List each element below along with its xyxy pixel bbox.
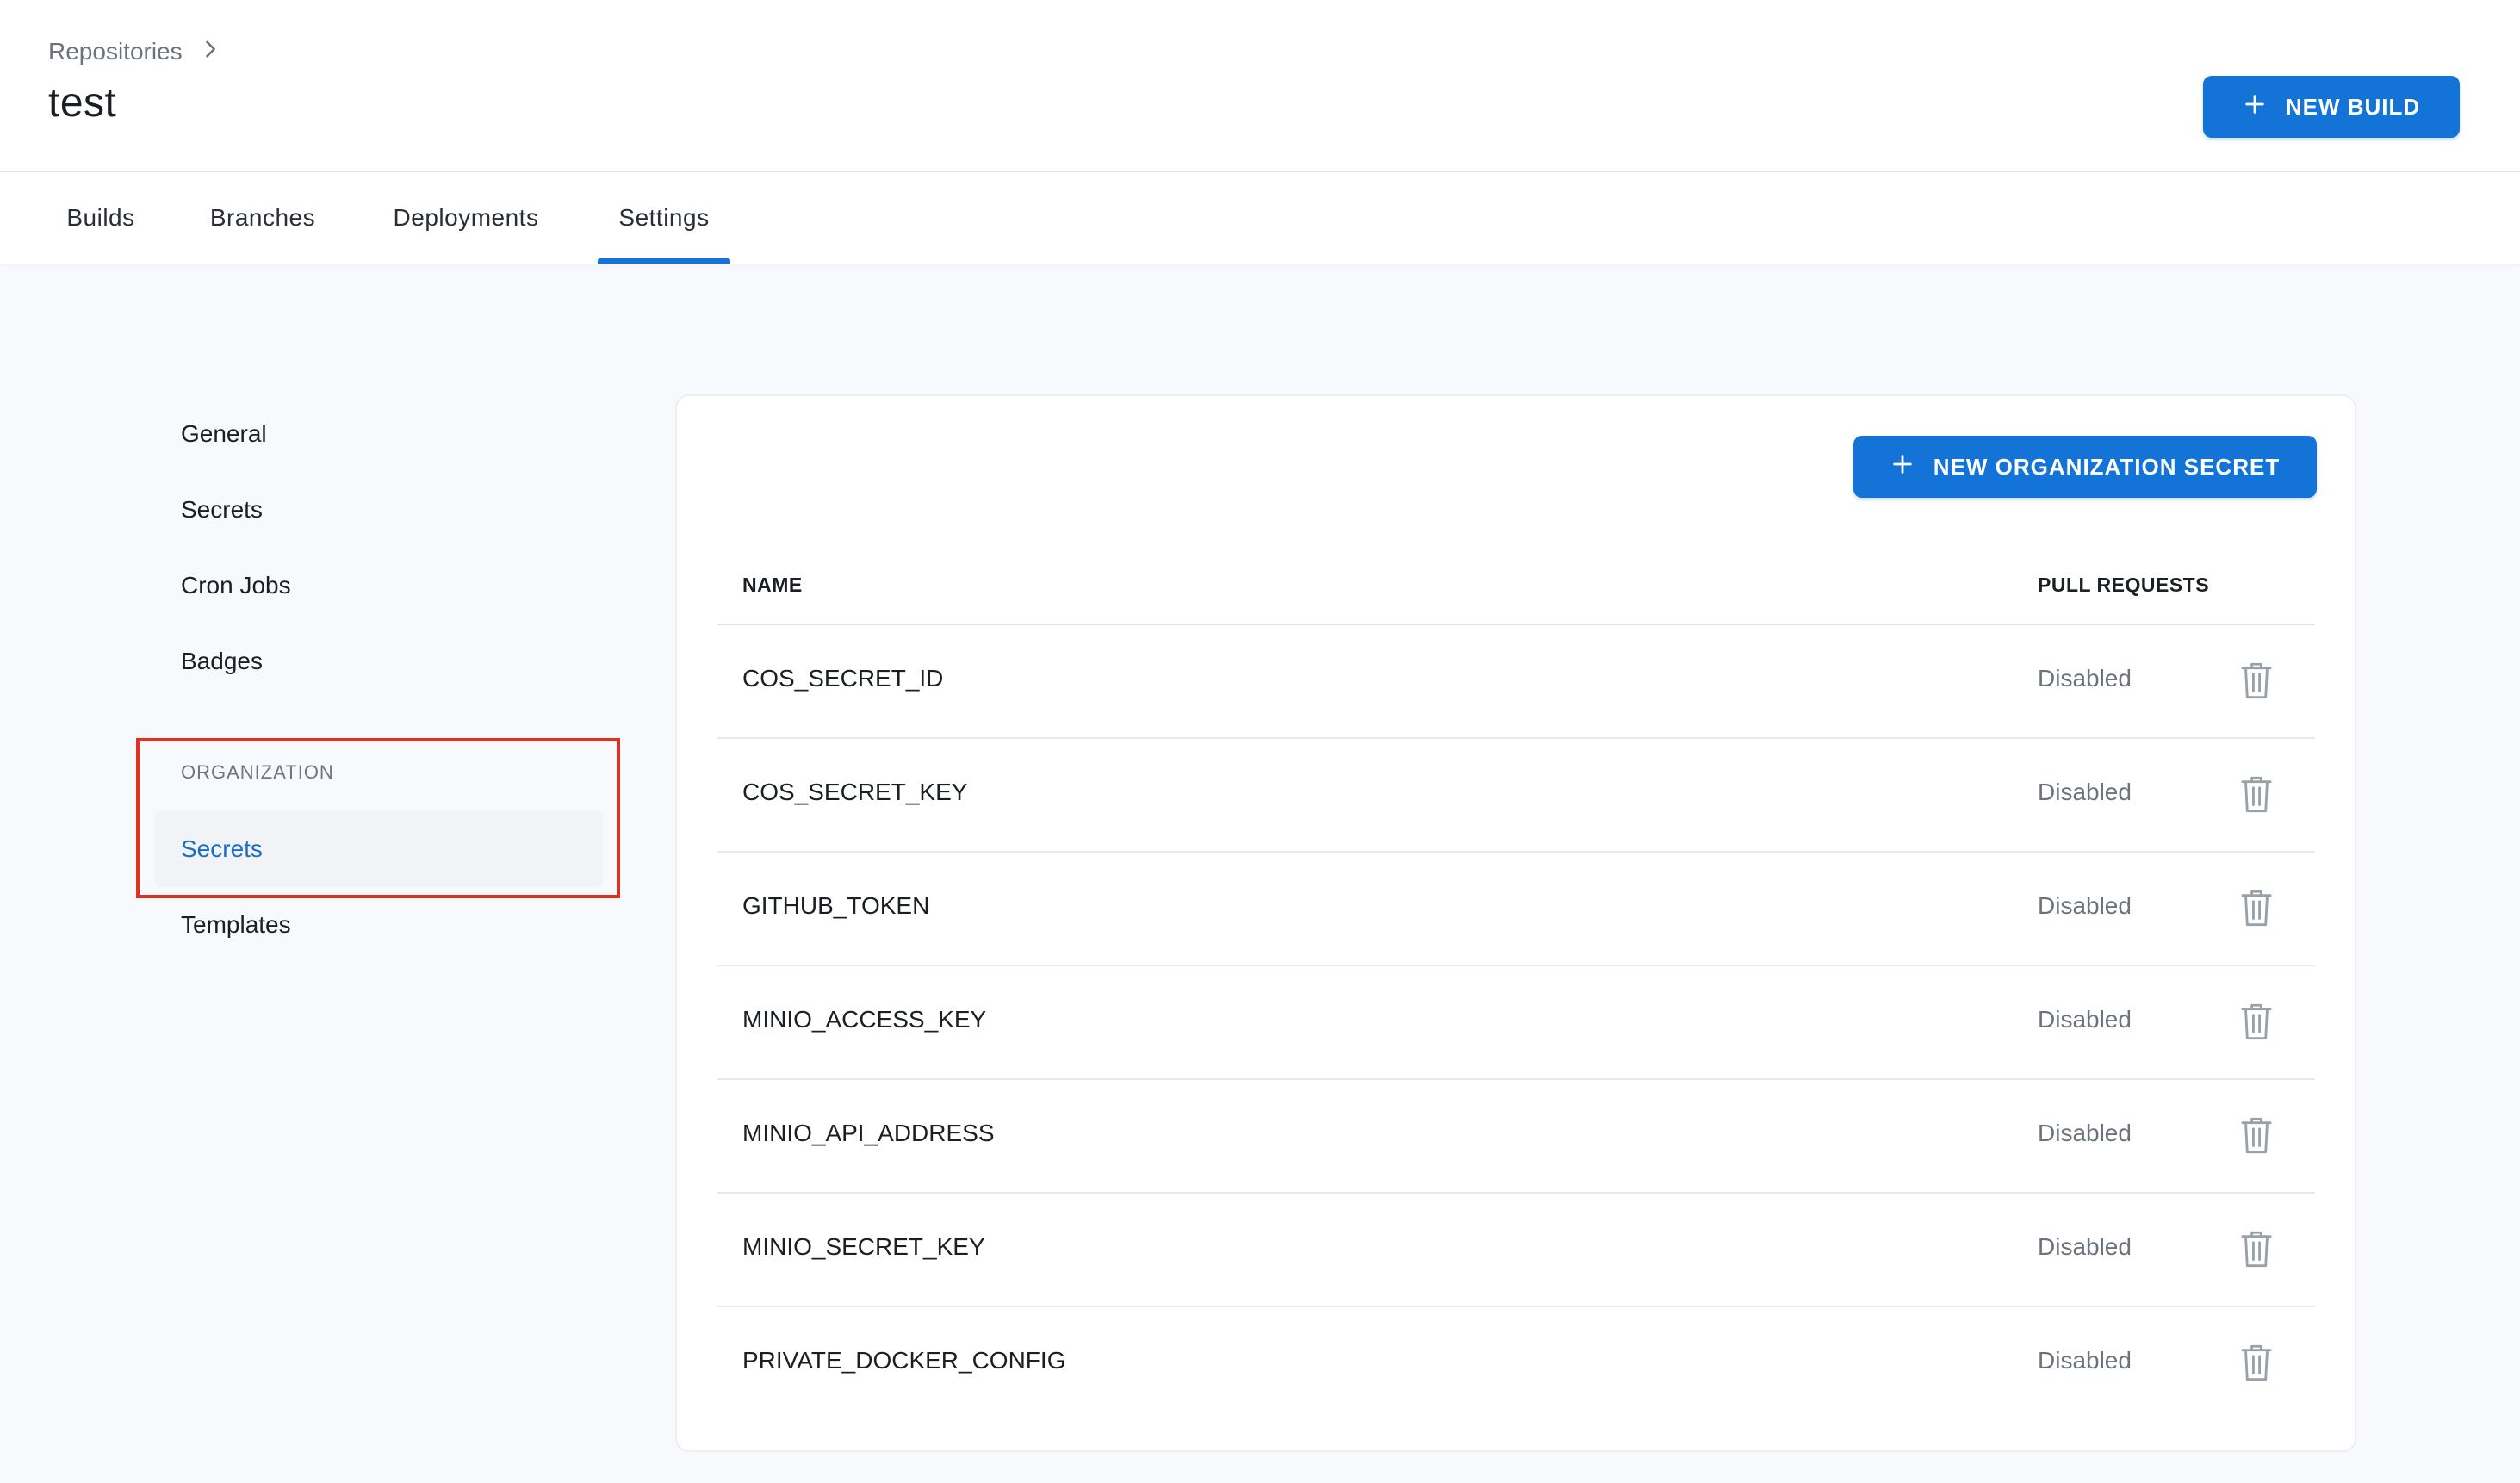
tab-deployments[interactable]: Deployments [372,172,560,264]
secrets-card: NEW ORGANIZATION SECRET NAME PULL REQUES… [675,394,2356,1452]
chevron-right-icon [198,37,222,67]
plus-icon [2243,92,2267,122]
pull-requests-status: Disabled [2038,665,2132,692]
sidenav-item-secrets[interactable]: Secrets [155,472,603,548]
column-header-name: NAME [742,574,803,596]
pull-requests-status: Disabled [2038,1347,2132,1374]
secrets-table: NAME PULL REQUESTS COS_SECRET_ID Disable… [717,548,2315,1419]
highlight-annotation-box [136,738,620,898]
secret-name: MINIO_ACCESS_KEY [742,1006,987,1033]
table-header: NAME PULL REQUESTS [717,548,2315,625]
pull-requests-status: Disabled [2038,892,2132,919]
trash-icon[interactable] [2232,770,2281,818]
pull-requests-status: Disabled [2038,1006,2132,1033]
table-row[interactable]: PRIVATE_DOCKER_CONFIG Disabled [717,1307,2315,1419]
secret-name: PRIVATE_DOCKER_CONFIG [742,1347,1066,1374]
secret-name: COS_SECRET_KEY [742,779,968,805]
sidenav-item-general[interactable]: General [155,396,603,472]
table-row[interactable]: MINIO_API_ADDRESS Disabled [717,1080,2315,1194]
sidenav-item-cron-jobs[interactable]: Cron Jobs [155,548,603,624]
tab-branches[interactable]: Branches [189,172,336,264]
secret-name: MINIO_SECRET_KEY [742,1233,985,1260]
new-organization-secret-label: NEW ORGANIZATION SECRET [1933,453,2281,480]
trash-icon[interactable] [2232,1225,2281,1273]
trash-icon[interactable] [2232,997,2281,1046]
tab-builds[interactable]: Builds [48,172,153,264]
trash-icon[interactable] [2232,1338,2281,1387]
sidenav-item-badges[interactable]: Badges [155,624,603,699]
table-row[interactable]: COS_SECRET_ID Disabled [717,625,2315,739]
column-header-pull-requests: PULL REQUESTS [2038,574,2210,596]
trash-icon[interactable] [2232,656,2281,704]
plus-icon [1890,452,1915,482]
pull-requests-status: Disabled [2038,1233,2132,1260]
secret-name: GITHUB_TOKEN [742,892,930,919]
page-header: Repositories test NEW BUILD [0,0,2520,172]
pull-requests-status: Disabled [2038,1120,2132,1146]
new-build-label: NEW BUILD [2285,93,2421,120]
table-row[interactable]: GITHUB_TOKEN Disabled [717,853,2315,966]
secret-name: COS_SECRET_ID [742,665,944,692]
breadcrumb-repositories-link[interactable]: Repositories [48,38,183,65]
secret-name: MINIO_API_ADDRESS [742,1120,995,1146]
tab-bar: Builds Branches Deployments Settings [0,172,2520,264]
new-build-button[interactable]: NEW BUILD [2203,76,2460,138]
tab-settings[interactable]: Settings [598,172,730,264]
breadcrumb: Repositories [48,34,222,69]
pull-requests-status: Disabled [2038,779,2132,805]
sidenav-item-templates[interactable]: Templates [155,887,603,963]
page-title: test [48,80,117,126]
new-organization-secret-button[interactable]: NEW ORGANIZATION SECRET [1853,436,2317,498]
table-row[interactable]: MINIO_SECRET_KEY Disabled [717,1194,2315,1307]
table-row[interactable]: COS_SECRET_KEY Disabled [717,739,2315,853]
table-row[interactable]: MINIO_ACCESS_KEY Disabled [717,966,2315,1080]
trash-icon[interactable] [2232,1111,2281,1159]
trash-icon[interactable] [2232,884,2281,932]
